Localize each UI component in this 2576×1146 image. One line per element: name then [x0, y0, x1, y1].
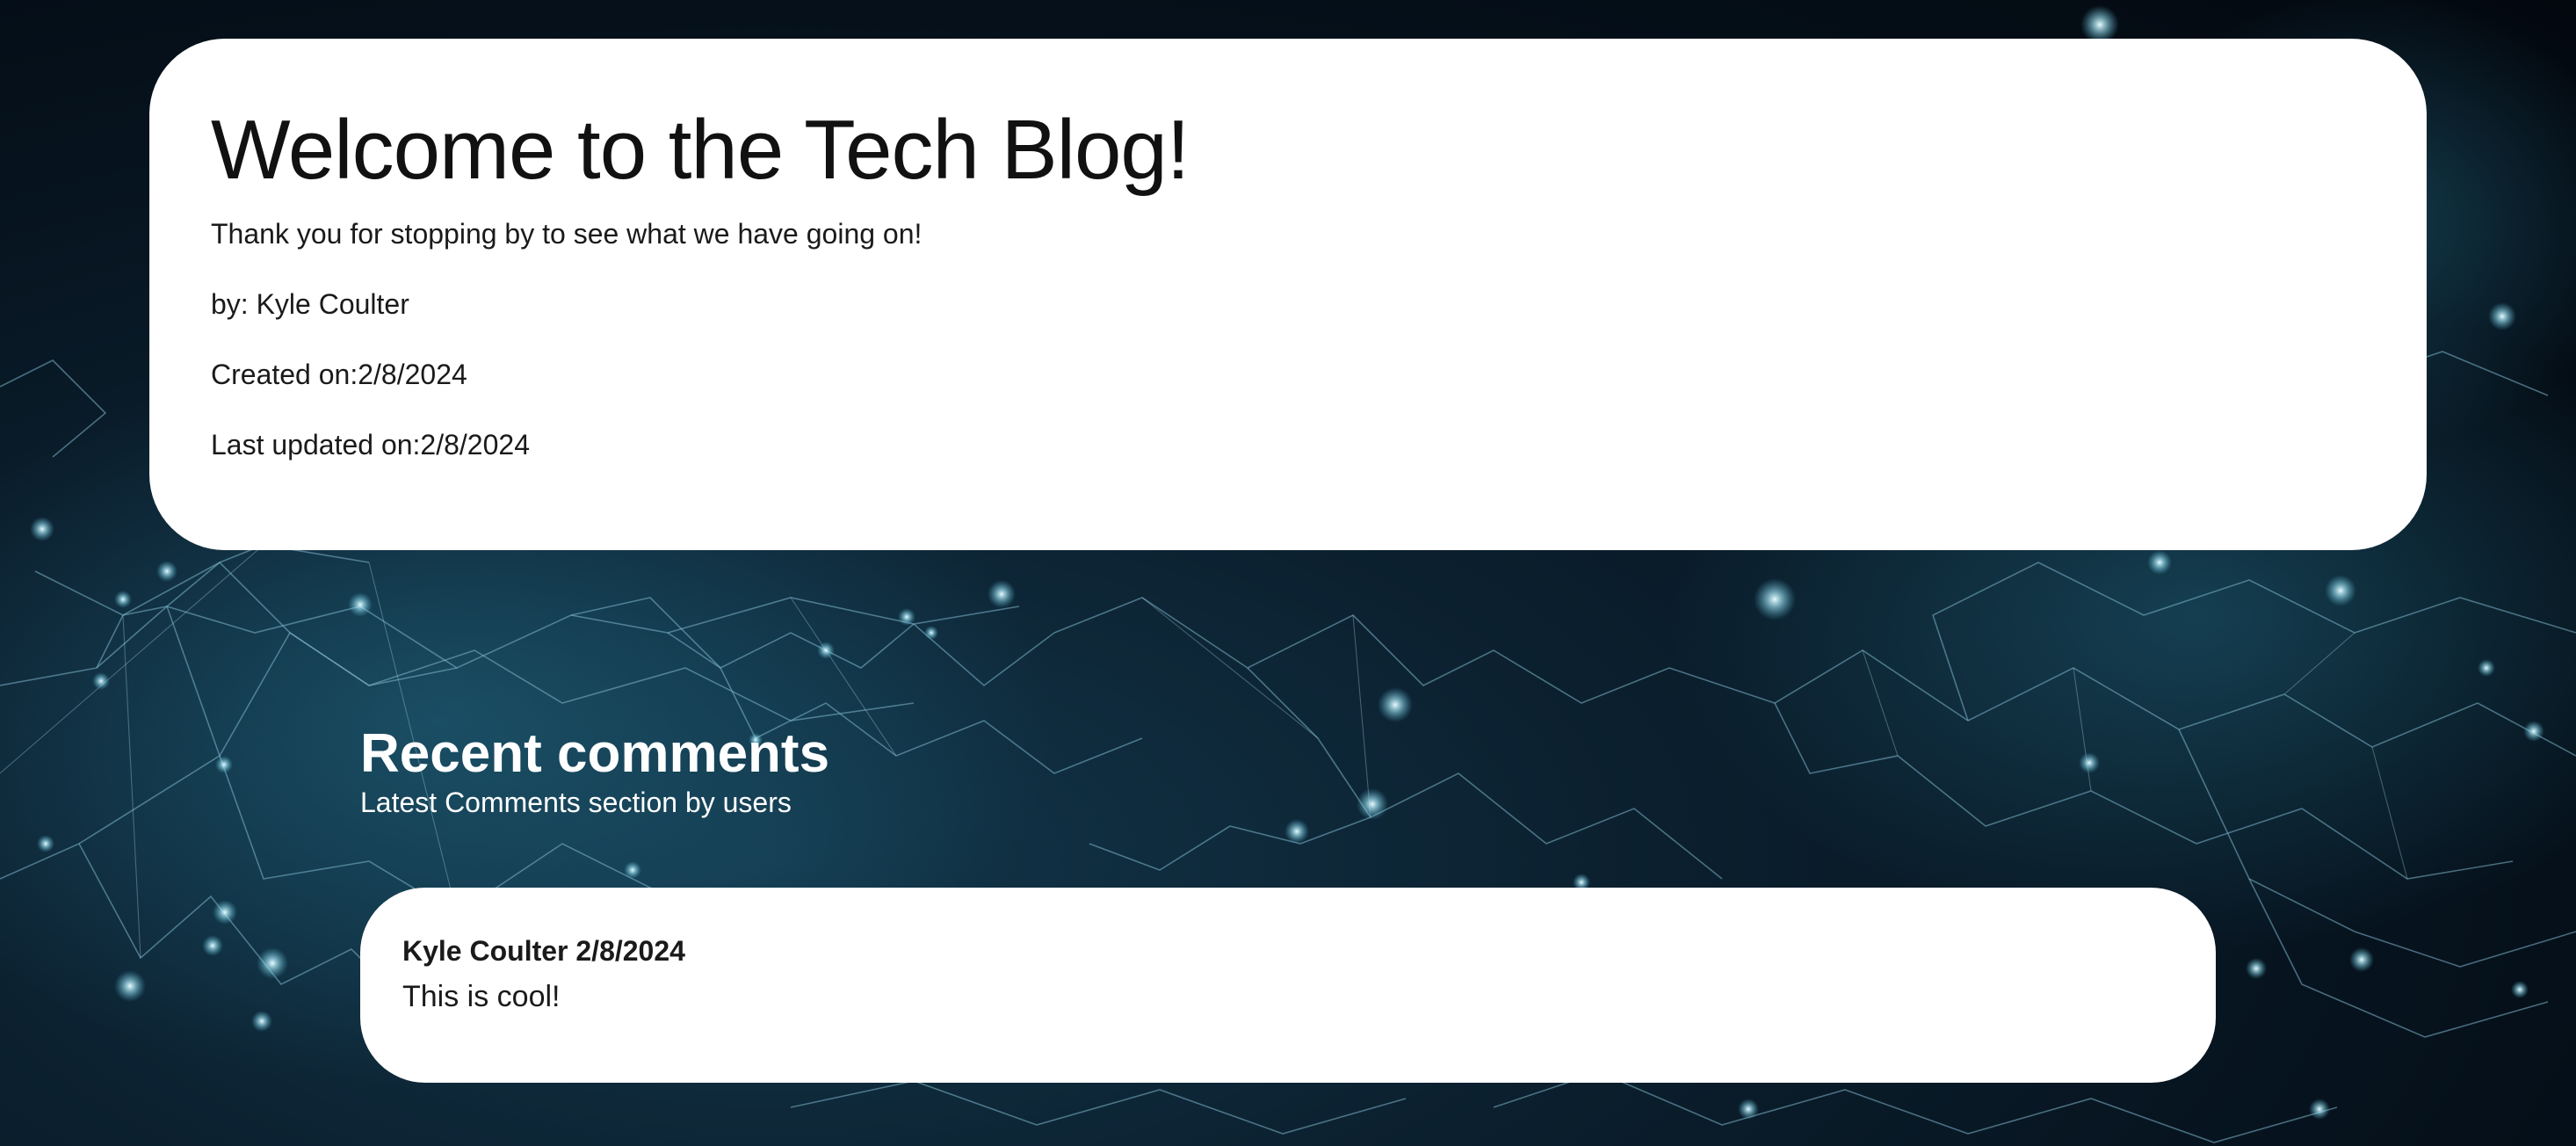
hero-card: Welcome to the Tech Blog! Thank you for … — [149, 39, 2427, 550]
hero-created-date: Created on:2/8/2024 — [211, 359, 467, 391]
comment-card: Kyle Coulter 2/8/2024 This is cool! — [360, 888, 2216, 1083]
comments-subtitle: Latest Comments section by users — [360, 787, 792, 819]
recent-comments-header: Recent comments Latest Comments section … — [360, 722, 829, 822]
hero-tagline: Thank you for stopping by to see what we… — [211, 218, 923, 250]
comment-author-date: Kyle Coulter 2/8/2024 — [402, 935, 685, 967]
hero-author: by: Kyle Coulter — [211, 288, 409, 321]
comment-body: This is cool! — [402, 980, 561, 1013]
hero-updated-date: Last updated on:2/8/2024 — [211, 429, 530, 461]
comments-title: Recent comments — [360, 723, 830, 784]
page-title: Welcome to the Tech Blog! — [211, 103, 1190, 197]
